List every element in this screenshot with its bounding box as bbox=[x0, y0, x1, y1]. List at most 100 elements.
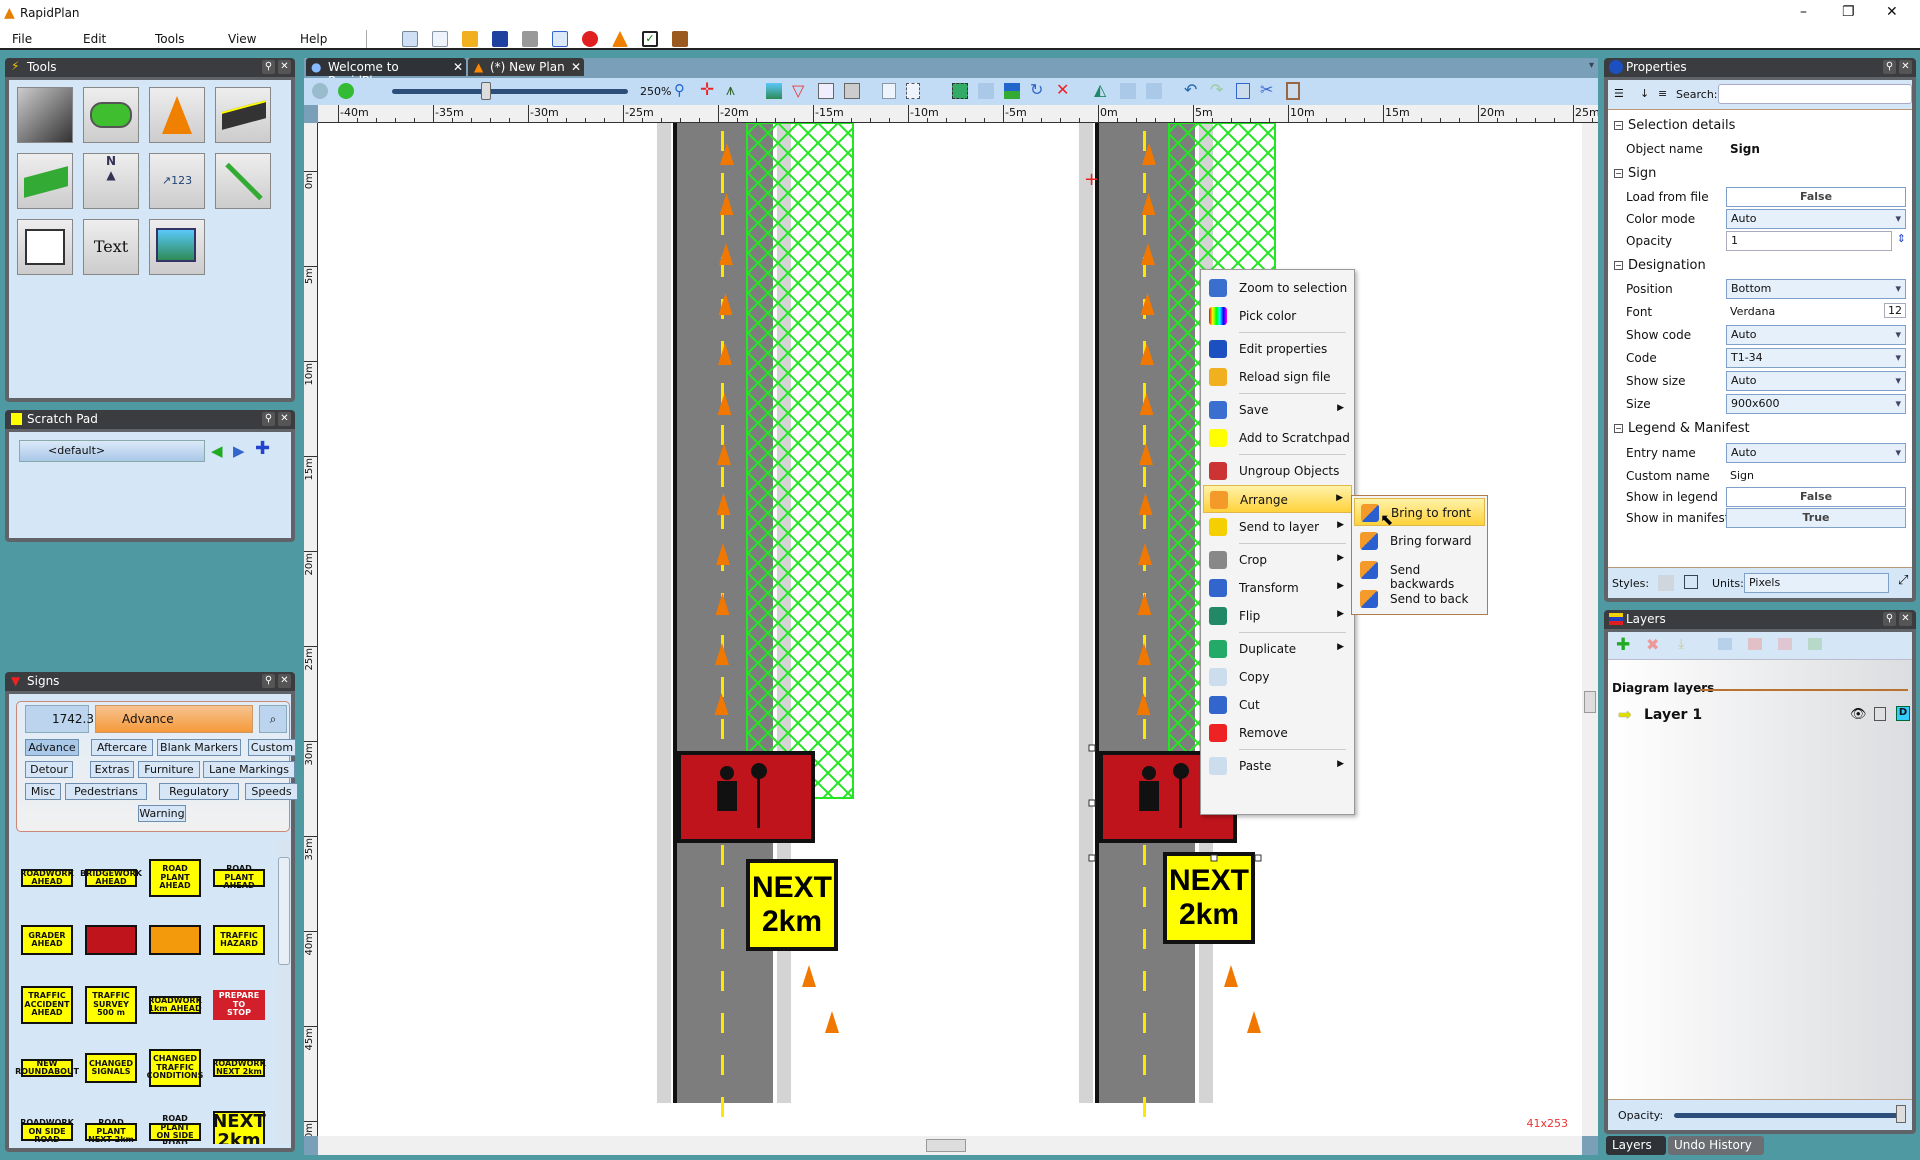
flagman-sign[interactable] bbox=[677, 751, 815, 843]
sort-icon[interactable]: ↓ bbox=[1640, 87, 1649, 100]
sign-thumbnail[interactable]: ROAD PLANT ON SIDE ROAD bbox=[149, 1115, 201, 1144]
sign-thumbnail[interactable]: ROADWORK 1km AHEAD bbox=[148, 996, 202, 1014]
properties-search-input[interactable] bbox=[1718, 84, 1912, 104]
sign-category-tab[interactable]: Custom bbox=[248, 739, 296, 756]
selection-handle[interactable] bbox=[1210, 854, 1218, 862]
new-wizard-icon[interactable] bbox=[402, 31, 418, 47]
distribute-icon[interactable] bbox=[1146, 83, 1162, 99]
check-icon[interactable]: ✓ bbox=[642, 31, 658, 47]
menu-item-arrange[interactable]: Arrange ▶ bbox=[1203, 485, 1352, 513]
scratchpad-select[interactable]: <default> bbox=[19, 440, 205, 462]
rectangle-tool[interactable] bbox=[17, 219, 73, 275]
menu-tools[interactable]: Tools bbox=[155, 32, 185, 46]
menu-item-crop[interactable]: Crop ▶ bbox=[1203, 546, 1352, 574]
plan-canvas[interactable]: NEXT 2km NEXT 2km + 41x253 bbox=[318, 123, 1582, 1136]
sign-thumbnail[interactable]: NEW ROUNDABOUT bbox=[15, 1059, 79, 1077]
cones-tool[interactable] bbox=[149, 87, 205, 143]
zoom-slider[interactable] bbox=[392, 89, 628, 94]
sign-thumbnail[interactable]: TRAFFIC SURVEY 500 m bbox=[85, 986, 137, 1024]
close-icon[interactable]: ✕ bbox=[278, 674, 291, 688]
sign-thumbnail[interactable] bbox=[85, 925, 137, 955]
sign-thumbnail[interactable]: CHANGED TRAFFIC CONDITIONS bbox=[147, 1049, 203, 1087]
select-icon[interactable] bbox=[952, 83, 968, 99]
layer-view-icon[interactable] bbox=[338, 83, 354, 99]
property-value[interactable]: 1 bbox=[1726, 231, 1892, 251]
close-icon[interactable]: ✕ bbox=[1899, 612, 1912, 626]
undo-icon[interactable]: ↶ bbox=[1184, 80, 1197, 99]
vertical-scrollbar[interactable] bbox=[1582, 123, 1598, 1136]
traffic-cone[interactable] bbox=[1224, 965, 1238, 987]
cone-icon[interactable] bbox=[612, 31, 628, 47]
delete-layer-icon[interactable]: ✖ bbox=[1646, 635, 1659, 654]
list-icon[interactable]: ≡ bbox=[1658, 87, 1667, 100]
menu-edit[interactable]: Edit bbox=[83, 32, 106, 46]
area-tool[interactable] bbox=[83, 87, 139, 143]
measure-tool[interactable]: ↗123 bbox=[149, 153, 205, 209]
close-icon[interactable]: ✕ bbox=[571, 60, 581, 74]
save-icon[interactable] bbox=[492, 31, 508, 47]
close-icon[interactable]: ✕ bbox=[278, 412, 291, 426]
align-icon[interactable] bbox=[1120, 83, 1136, 99]
maximize-button[interactable]: ❐ bbox=[1842, 4, 1855, 20]
paste-icon[interactable] bbox=[1286, 82, 1300, 100]
section-sign[interactable]: − Sign bbox=[1612, 164, 1908, 184]
traffic-cone[interactable] bbox=[825, 1011, 839, 1033]
tab-layers[interactable]: Layers bbox=[1606, 1136, 1666, 1155]
sign-thumbnail[interactable]: TRAFFIC HAZARD bbox=[213, 925, 265, 955]
legend-icon[interactable] bbox=[818, 83, 834, 99]
next-icon[interactable]: ▶ bbox=[233, 442, 245, 460]
sign-category-tab[interactable]: Pedestrians bbox=[65, 783, 147, 800]
horizontal-scrollbar[interactable] bbox=[318, 1136, 1582, 1155]
menu-view[interactable]: View bbox=[228, 32, 256, 46]
spinner-icon[interactable]: ⇕ bbox=[1897, 232, 1906, 245]
flip-icon[interactable]: ◭ bbox=[1094, 80, 1106, 99]
layer-bottom-icon[interactable] bbox=[1808, 638, 1822, 650]
sign-category-tab[interactable]: Warning bbox=[138, 805, 186, 822]
selection-handle[interactable] bbox=[1254, 854, 1262, 862]
add-layer-icon[interactable]: ✚ bbox=[1616, 635, 1630, 655]
add-icon[interactable]: ✚ bbox=[255, 438, 270, 459]
road-segment-tool[interactable] bbox=[215, 87, 271, 143]
property-value[interactable]: Auto bbox=[1726, 325, 1906, 345]
text-tool[interactable]: Text bbox=[83, 219, 139, 275]
pin-icon[interactable]: ⚲ bbox=[1883, 60, 1896, 74]
sign-category-tab[interactable]: Furniture bbox=[138, 761, 200, 778]
close-window-button[interactable]: ✕ bbox=[1886, 4, 1898, 20]
exit-door-icon[interactable] bbox=[672, 31, 688, 47]
line-tool[interactable] bbox=[215, 153, 271, 209]
menu-item-cut[interactable]: Cut bbox=[1203, 691, 1352, 719]
property-value[interactable]: Bottom bbox=[1726, 279, 1906, 299]
menu-item-transform[interactable]: Transform ▶ bbox=[1203, 574, 1352, 602]
tab-welcome[interactable]: ●Welcome to RapidPlan✕ bbox=[306, 58, 466, 88]
expand-icon[interactable]: ⤢ bbox=[1898, 573, 1908, 588]
selection-handle[interactable] bbox=[1088, 744, 1096, 752]
binoculars-icon[interactable]: ⌕ bbox=[259, 705, 287, 733]
zoom-icon[interactable]: ⚲ bbox=[674, 81, 685, 99]
section-legend[interactable]: − Legend & Manifest bbox=[1612, 419, 1908, 439]
grid-icon[interactable] bbox=[844, 83, 860, 99]
pin-icon[interactable]: ⚲ bbox=[262, 412, 275, 426]
road-tool[interactable] bbox=[17, 87, 73, 143]
submenu-item-bring-forward[interactable]: Bring forward bbox=[1354, 527, 1485, 555]
signs-scrollbar[interactable] bbox=[277, 839, 291, 1144]
sign-thumbnail[interactable]: NEXT 2km bbox=[212, 1111, 266, 1144]
zoom-slider-thumb[interactable] bbox=[481, 82, 492, 100]
sign-thumbnail[interactable]: PREPARE TO STOP bbox=[213, 990, 265, 1020]
merge-layer-icon[interactable]: ⤓ bbox=[1678, 636, 1684, 652]
selection-handle[interactable] bbox=[1088, 854, 1096, 862]
menu-item-remove[interactable]: Remove bbox=[1203, 719, 1352, 747]
section-selection[interactable]: − Selection details bbox=[1612, 116, 1908, 136]
property-value[interactable]: T1-34 bbox=[1726, 348, 1906, 368]
pin-icon[interactable]: ⚲ bbox=[262, 674, 275, 688]
ungroup-icon[interactable] bbox=[1004, 83, 1020, 99]
sign-library-button[interactable]: 1742.3 bbox=[25, 705, 94, 733]
sign-thumbnail[interactable]: TRAFFIC ACCIDENT AHEAD bbox=[21, 986, 73, 1024]
sign-thumbnail[interactable]: BRIDGEWORK AHEAD bbox=[80, 869, 142, 887]
sign-thumbnail[interactable]: GRADER AHEAD bbox=[21, 925, 73, 955]
sign-thumbnail[interactable]: ROADWORK NEXT 2km bbox=[212, 1059, 266, 1077]
sign-thumbnail[interactable]: CHANGED SIGNALS bbox=[85, 1053, 137, 1083]
close-icon[interactable]: ✕ bbox=[278, 60, 291, 74]
pin-icon[interactable]: ⚲ bbox=[262, 60, 275, 74]
save-style-icon[interactable] bbox=[1684, 575, 1698, 589]
style-brush-icon[interactable] bbox=[1658, 575, 1674, 591]
